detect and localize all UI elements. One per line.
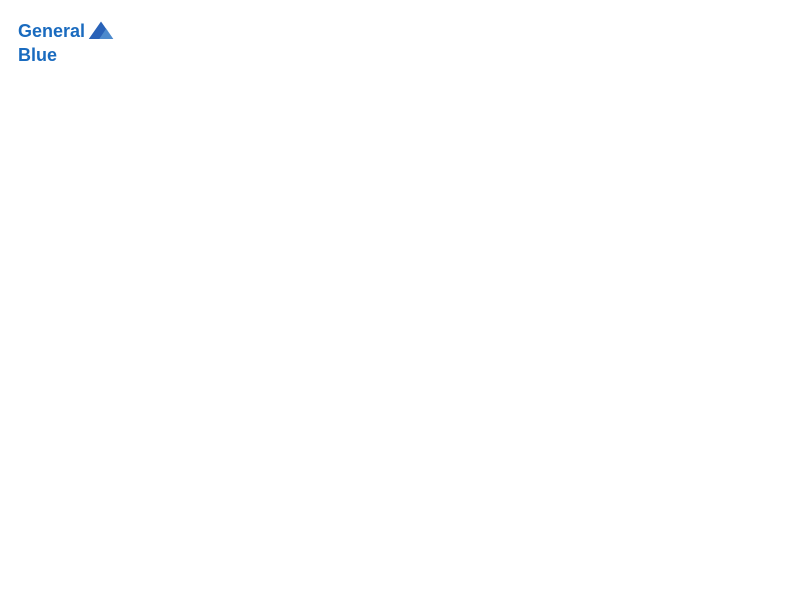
logo-text: General: [18, 22, 85, 42]
logo-icon: [87, 18, 115, 46]
header: General Blue: [18, 18, 774, 66]
logo: General Blue: [18, 18, 115, 66]
page: General Blue: [0, 0, 792, 612]
logo-text2: Blue: [18, 46, 115, 66]
